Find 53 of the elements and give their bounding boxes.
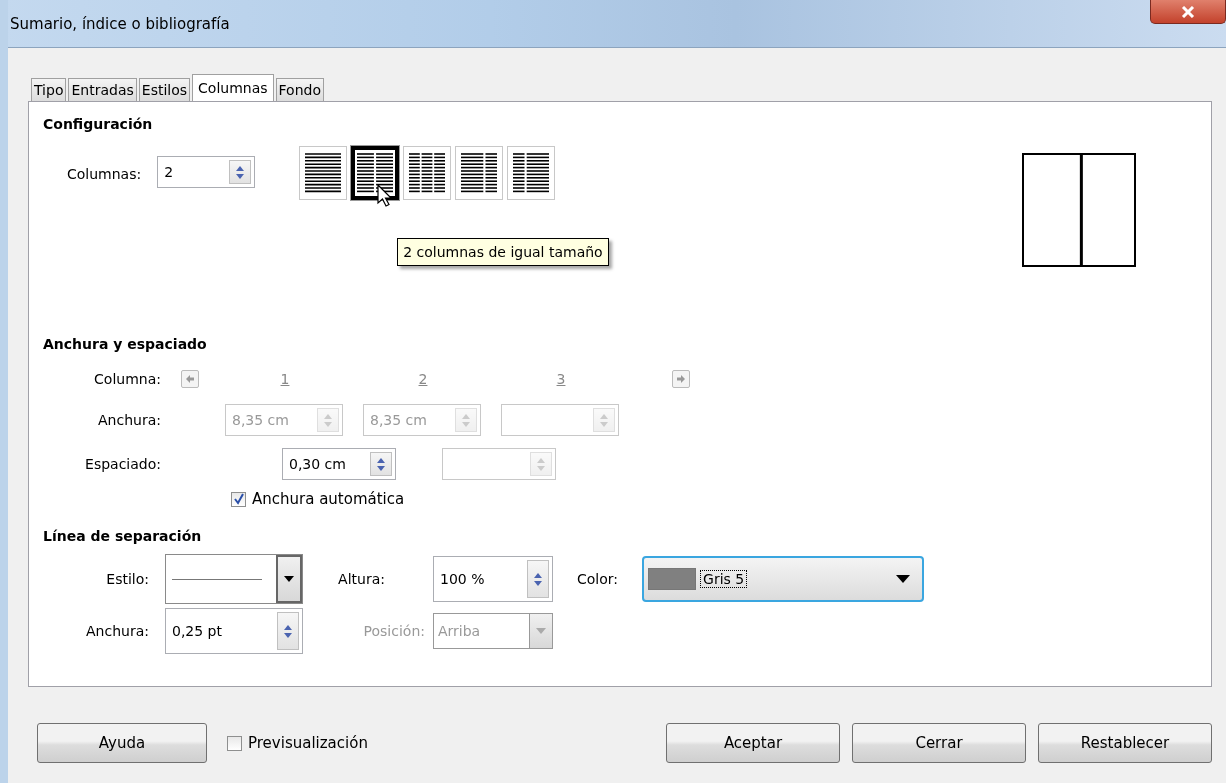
field-value: Arriba xyxy=(437,623,481,639)
left-arrow-icon xyxy=(185,374,195,384)
field-value: 8,35 cm xyxy=(370,412,427,428)
window-title: Sumario, índice o bibliografía xyxy=(10,14,230,33)
field-value: 2 xyxy=(164,164,174,180)
tab[interactable]: Estilos xyxy=(138,78,191,101)
tab[interactable]: Fondo xyxy=(275,78,324,101)
field-label: Color: xyxy=(577,571,619,587)
spin-field[interactable]: 0,25 pt xyxy=(165,608,303,654)
field-label: Altura: xyxy=(337,571,385,587)
field-label: Posición: xyxy=(362,623,425,639)
field-label: Columnas: xyxy=(67,166,142,182)
tab[interactable]: Columnas xyxy=(192,74,274,101)
dialog-button[interactable]: Aceptar xyxy=(666,723,840,763)
spin-button[interactable] xyxy=(277,612,299,650)
checkbox-label: Previsualización xyxy=(248,734,368,752)
field-value: 0,25 pt xyxy=(172,623,222,639)
checkbox-label: Anchura automática xyxy=(252,490,405,508)
field-label: Estilo: xyxy=(105,571,149,587)
field-label: Anchura: xyxy=(85,623,149,639)
spin-field[interactable]: 0,30 cm xyxy=(282,448,396,480)
field-label: Anchura: xyxy=(97,412,161,428)
color-name: Gris 5 xyxy=(700,570,748,588)
spin-button[interactable] xyxy=(370,452,392,476)
line-style-dropdown[interactable] xyxy=(165,554,303,604)
dialog-button[interactable]: Cerrar xyxy=(852,723,1026,763)
dialog-button[interactable]: Restablecer xyxy=(1038,723,1212,763)
column-number: 2 xyxy=(417,371,429,387)
field-value: 100 % xyxy=(440,571,485,587)
checkbox[interactable] xyxy=(231,491,246,507)
field-label: Columna: xyxy=(93,371,161,387)
section-heading: Línea de separación xyxy=(43,528,203,544)
help-button[interactable]: Ayuda xyxy=(37,723,207,763)
field-value: 0,30 cm xyxy=(289,456,346,472)
spin-field[interactable]: 2 xyxy=(157,156,256,188)
spin-field[interactable]: 100 % xyxy=(433,556,553,602)
spin-button[interactable] xyxy=(229,160,252,184)
right-arrow-icon xyxy=(676,374,686,384)
color-dropdown[interactable]: Gris 5 xyxy=(642,556,925,602)
close-button[interactable] xyxy=(1150,0,1226,24)
tooltip: 2 columnas de igual tamaño xyxy=(397,238,609,266)
spin-button[interactable] xyxy=(527,560,549,598)
field-value: 8,35 cm xyxy=(232,412,289,428)
section-heading: Configuración xyxy=(43,116,154,132)
checkbox[interactable] xyxy=(227,735,242,751)
column-number: 3 xyxy=(555,371,567,387)
section-heading: Anchura y espaciado xyxy=(43,336,208,352)
tab[interactable]: Entradas xyxy=(68,78,137,101)
close-icon xyxy=(1181,5,1195,18)
tab[interactable]: Tipo xyxy=(31,78,67,101)
field-label: Espaciado: xyxy=(84,456,161,472)
column-number: 1 xyxy=(279,371,291,387)
dropdown-arrow-icon xyxy=(896,575,911,583)
